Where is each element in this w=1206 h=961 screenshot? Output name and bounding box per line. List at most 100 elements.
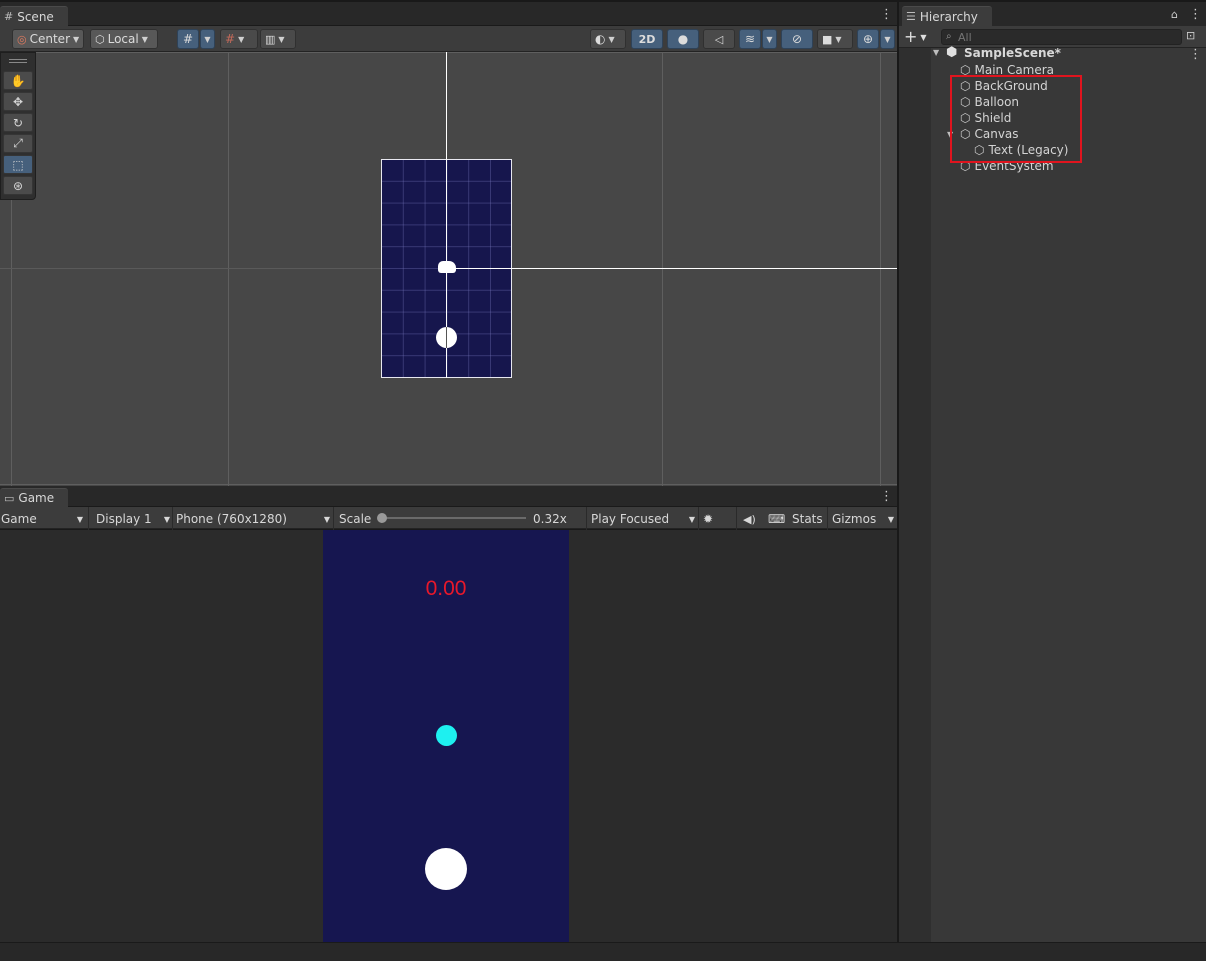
scale-slider-track[interactable] bbox=[380, 517, 526, 519]
chevron-down-icon: ▼ bbox=[608, 34, 615, 44]
chevron-down-icon: ▼ bbox=[278, 34, 285, 44]
chevron-down-icon: ▼ bbox=[163, 514, 170, 524]
move-icon: ✥ bbox=[12, 94, 24, 109]
pivot-rotation-dropdown[interactable]: ⬡ Local ▼ bbox=[90, 29, 158, 49]
frame-debugger-button[interactable]: ✹ bbox=[703, 509, 713, 529]
camera-gizmo-icon[interactable] bbox=[438, 261, 456, 273]
scene-toolbar: ◎ Center ▼ ⬡ Local ▼ # ▼ # ▼ ▥ ▼ ◐ ▼ 2D … bbox=[0, 26, 897, 52]
scene-name[interactable]: SampleScene* bbox=[964, 46, 1061, 60]
game-viewport[interactable]: 0.00 bbox=[0, 530, 897, 942]
gizmos-label: Gizmos bbox=[832, 512, 877, 526]
hand-tool-button[interactable]: ✋ bbox=[3, 71, 33, 90]
list-icon: ☰ bbox=[906, 10, 916, 23]
audio-toggle[interactable]: ◁ bbox=[703, 29, 735, 49]
transform-icon: ⊛ bbox=[12, 178, 24, 193]
play-mode-dropdown[interactable]: Play Focused ▼ bbox=[591, 509, 695, 529]
rect-tool-button[interactable]: ⬚ bbox=[3, 155, 33, 174]
chevron-down-icon: ▼ bbox=[766, 34, 773, 44]
toolbar-separator bbox=[586, 507, 587, 531]
cube-icon: ⬡ bbox=[95, 32, 105, 46]
grid-snap-icon: # bbox=[182, 32, 194, 46]
panel-divider bbox=[897, 0, 899, 942]
scene-options-icon[interactable]: ⋮ bbox=[1189, 48, 1202, 61]
resolution-dropdown[interactable]: Phone (760x1280) ▼ bbox=[176, 509, 330, 529]
camera-settings-dropdown[interactable]: ■ ▼ bbox=[817, 29, 853, 49]
highlight-box bbox=[950, 75, 1082, 163]
hierarchy-more-icon[interactable]: ⋮ bbox=[1189, 8, 1202, 21]
scene-visibility-toggle[interactable]: ⊘ bbox=[781, 29, 813, 49]
view-select-dropdown[interactable]: Game ▼ bbox=[1, 509, 85, 529]
search-field[interactable]: ⌕ bbox=[941, 29, 1182, 45]
grid-visibility-button[interactable]: ▥ ▼ bbox=[260, 29, 296, 49]
gizmos-dropdown[interactable]: ▼ bbox=[880, 29, 895, 49]
effects-dropdown[interactable]: ▼ bbox=[762, 29, 777, 49]
rotate-icon: ↻ bbox=[12, 115, 24, 130]
layers-icon: ≋ bbox=[744, 32, 756, 46]
hierarchy-gutter bbox=[899, 48, 931, 942]
toolbar-separator bbox=[172, 507, 173, 531]
pivot-rotation-label: Local bbox=[107, 32, 139, 46]
grid-snap-toggle[interactable]: # bbox=[177, 29, 199, 49]
toolbar-separator bbox=[333, 507, 334, 531]
tab-scene[interactable]: # Scene bbox=[0, 6, 68, 26]
game-toolbar: Game ▼ Display 1 ▼ Phone (760x1280) ▼ Sc… bbox=[0, 507, 897, 531]
chevron-down-icon: ▼ bbox=[323, 514, 330, 524]
play-mode-label: Play Focused bbox=[591, 512, 670, 526]
toolbar-separator bbox=[88, 507, 89, 531]
scene-foldout-icon[interactable]: ▼ bbox=[933, 48, 939, 57]
toolbar-separator bbox=[736, 507, 737, 531]
chevron-down-icon: ▼ bbox=[688, 514, 695, 524]
draw-mode-dropdown[interactable]: ◐ ▼ bbox=[590, 29, 626, 49]
hand-icon: ✋ bbox=[10, 73, 26, 88]
gamepad-icon: ▭ bbox=[4, 491, 15, 505]
scene-tab-bar: # Scene ⋮ bbox=[0, 2, 897, 26]
effects-toggle[interactable]: ≋ bbox=[739, 29, 761, 49]
display-dropdown[interactable]: Display 1 ▼ bbox=[96, 509, 170, 529]
scale-value: 0.32x bbox=[533, 509, 567, 529]
toolbar-separator bbox=[698, 507, 699, 531]
2d-mode-toggle[interactable]: 2D bbox=[631, 29, 663, 49]
mute-audio-button[interactable]: ◀) bbox=[743, 509, 756, 529]
scale-label: Scale bbox=[339, 509, 371, 529]
scale-tool-button[interactable]: ⤢ bbox=[3, 134, 33, 153]
rotate-tool-button[interactable]: ↻ bbox=[3, 113, 33, 132]
tab-hierarchy[interactable]: ☰ Hierarchy bbox=[902, 6, 992, 26]
gizmos-toggle[interactable]: ⊕ bbox=[857, 29, 879, 49]
chevron-down-icon: ▼ bbox=[887, 514, 894, 524]
lighting-toggle[interactable]: ● bbox=[667, 29, 699, 49]
grid-snap-dropdown[interactable]: ▼ bbox=[200, 29, 215, 49]
tab-scene-label: Scene bbox=[17, 9, 54, 24]
tab-hierarchy-label: Hierarchy bbox=[919, 9, 978, 24]
increment-snap-button[interactable]: # ▼ bbox=[220, 29, 258, 49]
game-more-icon[interactable]: ⋮ bbox=[880, 490, 893, 503]
scene-viewport[interactable]: ✋ ✥ ↻ ⤢ ⬚ ⊛ bbox=[0, 52, 897, 486]
2d-mode-label: 2D bbox=[638, 32, 656, 46]
stats-button[interactable]: Stats bbox=[792, 509, 823, 529]
globe-icon: ⊕ bbox=[862, 32, 874, 46]
scale-slider-thumb[interactable] bbox=[377, 513, 387, 523]
grid-line bbox=[662, 52, 663, 486]
search-by-type-icon[interactable]: ⊡ bbox=[1186, 29, 1195, 42]
stats-label: Stats bbox=[792, 512, 823, 526]
lightbulb-icon: ● bbox=[677, 32, 689, 46]
drag-handle-icon[interactable] bbox=[9, 59, 27, 63]
search-input[interactable] bbox=[958, 30, 1178, 44]
lock-icon[interactable]: ⌂ bbox=[1171, 8, 1178, 21]
pivot-mode-dropdown[interactable]: ◎ Center ▼ bbox=[12, 29, 84, 49]
view-select-label: Game bbox=[1, 512, 37, 526]
gizmos-dropdown[interactable]: Gizmos ▼ bbox=[832, 509, 894, 529]
scale-icon: ⤢ bbox=[13, 136, 23, 150]
scene-more-icon[interactable]: ⋮ bbox=[880, 8, 893, 21]
chevron-down-icon: ▼ bbox=[76, 514, 83, 524]
move-tool-button[interactable]: ✥ bbox=[3, 92, 33, 111]
scale-value-text: 0.32x bbox=[533, 512, 567, 526]
grid-line bbox=[0, 52, 897, 53]
toolbar-separator bbox=[827, 507, 828, 531]
transform-tool-button[interactable]: ⊛ bbox=[3, 176, 33, 195]
pivot-mode-label: Center bbox=[29, 32, 70, 46]
tab-game[interactable]: ▭ Game bbox=[0, 488, 69, 507]
keyboard-shortcuts-button[interactable]: ⌨ bbox=[768, 509, 785, 529]
balloon-center-line bbox=[446, 327, 447, 348]
keyboard-icon: ⌨ bbox=[768, 512, 786, 526]
create-button[interactable]: + ▼ bbox=[904, 27, 927, 46]
